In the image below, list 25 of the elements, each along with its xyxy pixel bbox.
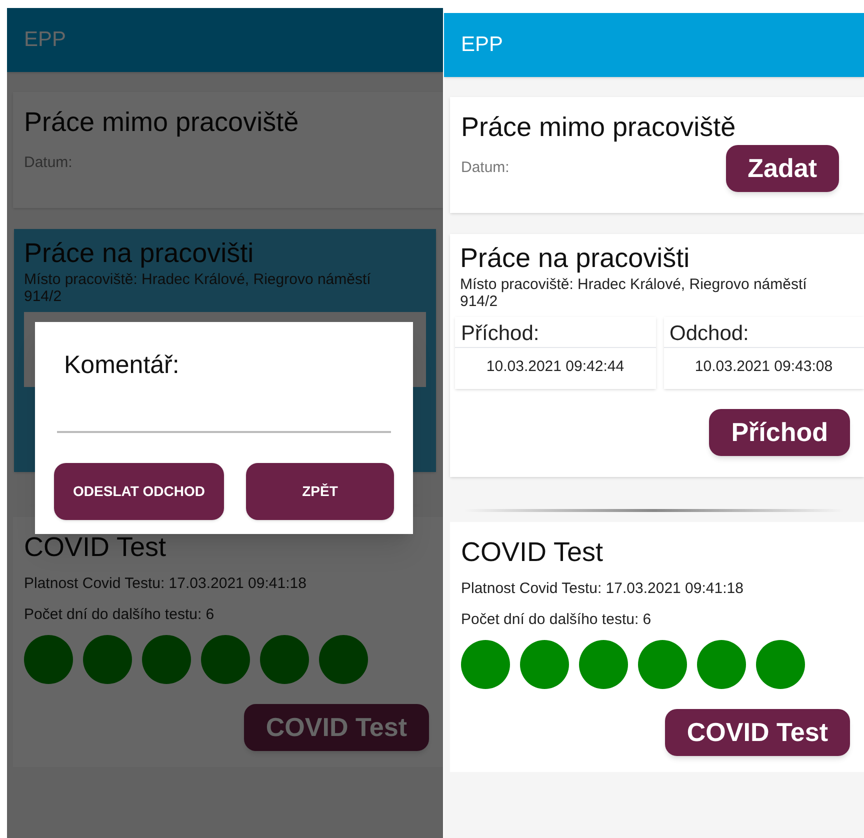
validity-text: Platnost Covid Testu: 17.03.2021 09:41:18 — [24, 574, 308, 594]
time-value: 10.03.2021 09:43:08 — [694, 357, 834, 377]
time-value: 10.03.2021 09:42:44 — [485, 357, 626, 377]
action-button[interactable]: COVID Test — [664, 708, 850, 756]
card-title: Práce na pracovišti — [24, 237, 255, 270]
dialog-title: Komentář: — [64, 350, 180, 381]
card-title: COVID Test — [24, 531, 168, 564]
date-label: Datum: — [461, 158, 510, 178]
action-button[interactable]: Zadat — [726, 144, 839, 192]
validity-text: Platnost Covid Testu: 17.03.2021 09:41:18 — [461, 578, 744, 599]
dialog-button[interactable]: ODESLAT ODCHOD — [54, 462, 224, 520]
time-label: Odchod: — [664, 316, 864, 348]
card-title: Práce mimo pracoviště — [461, 111, 737, 144]
dialog-button[interactable]: ZPĚT — [246, 462, 394, 520]
time-label: Příchod: — [455, 316, 656, 348]
app-title: EPP — [461, 32, 504, 58]
card-title: Práce mimo pracoviště — [24, 106, 300, 139]
card-title: Práce na pracovišti — [460, 242, 691, 275]
days-left-text: Počet dní do dalšího testu: 6 — [24, 605, 216, 626]
days-left-text: Počet dní do dalšího testu: 6 — [461, 610, 652, 630]
app-title: EPP — [24, 27, 66, 54]
location-text: Místo pracoviště: Hradec Králové, Riegrovo náměstí 914/2 — [24, 270, 372, 305]
card-title: COVID Test — [461, 536, 604, 569]
action-button[interactable]: Příchod — [709, 408, 850, 456]
location-text: Místo pracoviště: Hradec Králové, Riegrovo náměstí 914/2 — [460, 276, 808, 310]
